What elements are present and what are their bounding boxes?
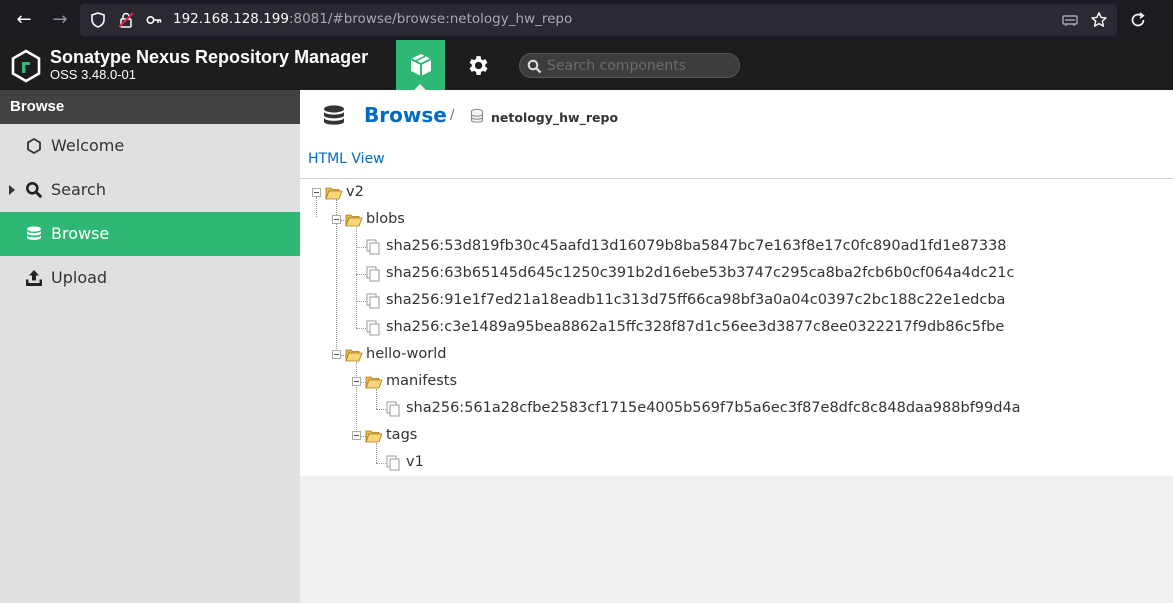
search-icon bbox=[26, 182, 43, 199]
tree-item-blob[interactable]: sha256:63b65145d645c1250c391b2d16ebe53b3… bbox=[300, 261, 1173, 288]
shield-icon[interactable] bbox=[89, 11, 107, 29]
sidebar: Browse Welcome Search Browse Upload bbox=[0, 90, 300, 603]
nexus-logo-icon[interactable] bbox=[10, 49, 42, 83]
reload-icon[interactable] bbox=[1129, 11, 1147, 29]
upload-icon bbox=[26, 270, 42, 286]
tree-item-blob[interactable]: sha256:53d819fb30c45aafd13d16079b8ba5847… bbox=[300, 234, 1173, 261]
tree-folder-tags[interactable]: tags bbox=[300, 423, 1173, 450]
tree-item-blob[interactable]: sha256:91e1f7ed21a18eadb11c313d75ff66ca9… bbox=[300, 288, 1173, 315]
tree-label: v2 bbox=[346, 184, 364, 200]
sidebar-item-label: Welcome bbox=[51, 136, 125, 155]
file-icon bbox=[366, 239, 380, 255]
page-title[interactable]: Browse bbox=[364, 103, 447, 127]
forward-arrow-icon[interactable]: → bbox=[48, 8, 72, 32]
collapse-toggle-icon[interactable] bbox=[332, 350, 341, 359]
sidebar-item-upload[interactable]: Upload bbox=[0, 256, 300, 300]
back-arrow-icon[interactable]: ← bbox=[12, 8, 36, 32]
sidebar-item-search[interactable]: Search bbox=[0, 168, 300, 212]
sidebar-item-label: Search bbox=[51, 180, 106, 199]
tree-folder-v2[interactable]: v2 bbox=[300, 180, 1173, 207]
collapse-toggle-icon[interactable] bbox=[332, 215, 341, 224]
expand-triangle-icon[interactable] bbox=[9, 185, 15, 195]
admin-settings-button[interactable] bbox=[455, 40, 500, 90]
file-icon bbox=[366, 293, 380, 309]
repository-icon bbox=[471, 108, 483, 123]
tree-label: hello-world bbox=[366, 346, 447, 362]
tree-label: sha256:91e1f7ed21a18eadb11c313d75ff66ca9… bbox=[386, 292, 1006, 308]
html-view-link[interactable]: HTML View bbox=[308, 151, 385, 167]
app-header: Sonatype Nexus Repository Manager OSS 3.… bbox=[0, 40, 1173, 90]
tree-item-manifest[interactable]: sha256:561a28cfbe2583cf1715e4005b569f7b5… bbox=[300, 396, 1173, 423]
collapse-toggle-icon[interactable] bbox=[312, 188, 321, 197]
divider bbox=[300, 178, 1173, 179]
tree-label: manifests bbox=[386, 373, 458, 389]
app-title: Sonatype Nexus Repository Manager bbox=[50, 47, 369, 67]
open-folder-icon bbox=[365, 430, 383, 443]
browse-panel: Browse / netology_hw_repo HTML View v2 b… bbox=[300, 90, 1173, 476]
search-input[interactable] bbox=[547, 56, 732, 76]
sidebar-heading: Browse bbox=[0, 90, 300, 124]
insecure-lock-icon[interactable] bbox=[117, 11, 135, 29]
tree-label: sha256:53d819fb30c45aafd13d16079b8ba5847… bbox=[386, 238, 1007, 254]
browse-mode-button[interactable] bbox=[396, 40, 445, 90]
open-folder-icon bbox=[325, 187, 343, 200]
tree-folder-manifests[interactable]: manifests bbox=[300, 369, 1173, 396]
collapse-toggle-icon[interactable] bbox=[352, 377, 361, 386]
url-path: :8081/#browse/browse:netology_hw_repo bbox=[288, 11, 573, 27]
sidebar-item-welcome[interactable]: Welcome bbox=[0, 124, 300, 168]
star-icon[interactable] bbox=[1090, 11, 1108, 29]
search-icon bbox=[527, 59, 542, 74]
file-icon bbox=[366, 266, 380, 282]
file-icon bbox=[366, 320, 380, 336]
open-folder-icon bbox=[345, 349, 363, 362]
sidebar-item-label: Upload bbox=[51, 268, 108, 287]
url-host: 192.168.128.199 bbox=[173, 11, 289, 27]
reader-view-icon[interactable] bbox=[1061, 11, 1079, 29]
file-icon bbox=[386, 401, 400, 417]
sidebar-item-browse[interactable]: Browse bbox=[0, 212, 300, 256]
tree-label: sha256:c3e1489a95bea8862a15ffc328f87d1c5… bbox=[386, 319, 1005, 335]
cube-icon bbox=[410, 54, 432, 76]
sidebar-item-label: Browse bbox=[51, 224, 110, 243]
tree-label: sha256:63b65145d645c1250c391b2d16ebe53b3… bbox=[386, 265, 1015, 281]
file-icon bbox=[386, 455, 400, 471]
search-components-box[interactable] bbox=[519, 53, 740, 78]
breadcrumb-separator: / bbox=[450, 108, 455, 123]
main-panel: Browse / netology_hw_repo HTML View v2 b… bbox=[300, 90, 1173, 603]
open-folder-icon bbox=[345, 214, 363, 227]
tree-item-blob[interactable]: sha256:c3e1489a95bea8862a15ffc328f87d1c5… bbox=[300, 315, 1173, 342]
open-folder-icon bbox=[365, 376, 383, 389]
tree-folder-hello-world[interactable]: hello-world bbox=[300, 342, 1173, 369]
hexagon-icon bbox=[27, 137, 41, 155]
key-icon[interactable] bbox=[145, 11, 163, 29]
breadcrumb-repository: netology_hw_repo bbox=[491, 110, 619, 125]
collapse-toggle-icon[interactable] bbox=[352, 431, 361, 440]
tree-label: tags bbox=[386, 427, 418, 443]
gear-icon bbox=[469, 56, 488, 75]
tree-item-tag[interactable]: v1 bbox=[300, 450, 1173, 477]
tree-label: blobs bbox=[366, 211, 405, 227]
tree-label: sha256:561a28cfbe2583cf1715e4005b569f7b5… bbox=[406, 400, 1021, 416]
tree-folder-blobs[interactable]: blobs bbox=[300, 207, 1173, 234]
url-text[interactable]: 192.168.128.199:8081/#browse/browse:neto… bbox=[173, 11, 572, 27]
app-version: OSS 3.48.0-01 bbox=[50, 67, 136, 82]
database-icon bbox=[324, 105, 344, 125]
browser-toolbar: ← → 192.168.128.199:8081/#browse/browse:… bbox=[0, 0, 1173, 40]
tree-label: v1 bbox=[406, 454, 424, 470]
database-icon bbox=[27, 226, 41, 240]
address-bar[interactable]: 192.168.128.199:8081/#browse/browse:neto… bbox=[80, 4, 1117, 36]
